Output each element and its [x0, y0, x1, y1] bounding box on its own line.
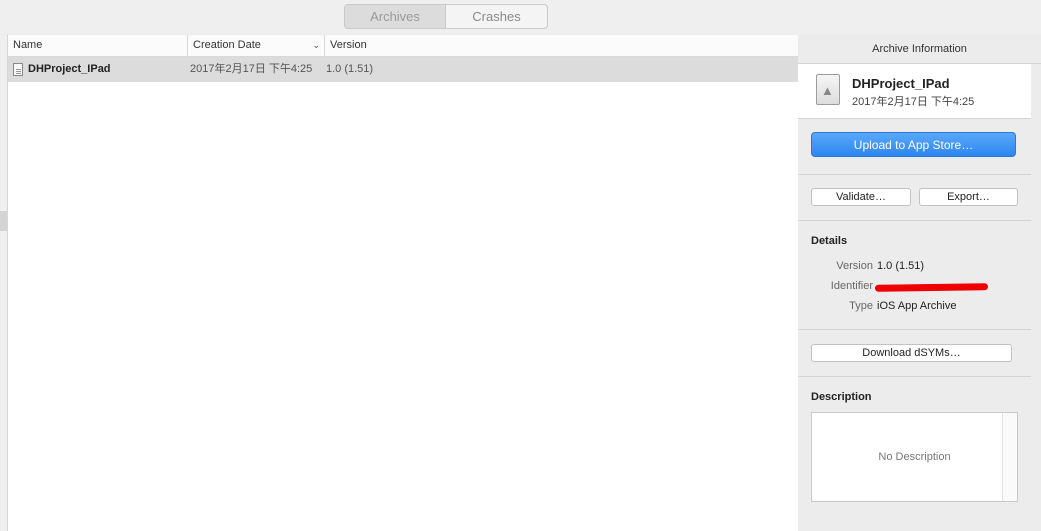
download-dsyms-button[interactable]: Download dSYMs… — [811, 344, 1012, 362]
type-label: Type — [849, 300, 873, 312]
table-header: Name Creation Date ⌄ Version — [8, 35, 798, 57]
toolbar: Archives Crashes — [0, 0, 1041, 34]
archive-row-name: DHProject_IPad — [28, 63, 111, 75]
archive-row-date: 2017年2月17日 下午4:25 — [190, 63, 313, 75]
archives-crashes-segmented-control: Archives Crashes — [344, 4, 548, 29]
table-row[interactable]: DHProject_IPad 2017年2月17日 下午4:25 1.0 (1.… — [8, 57, 798, 82]
archive-icon: ▲ — [816, 74, 840, 105]
export-button[interactable]: Export… — [919, 188, 1018, 206]
description-heading: Description — [811, 391, 872, 403]
app-glyph-icon: ▲ — [821, 83, 834, 98]
version-value: 1.0 (1.51) — [877, 260, 925, 272]
archive-name: DHProject_IPad — [852, 76, 950, 91]
archive-row-version: 1.0 (1.51) — [326, 63, 374, 75]
divider — [798, 174, 1031, 175]
divider — [798, 376, 1031, 377]
document-icon — [13, 63, 23, 76]
description-placeholder: No Description — [878, 451, 951, 463]
details-heading: Details — [811, 235, 848, 247]
description-field[interactable]: No Description — [811, 412, 1018, 502]
upload-to-app-store-button[interactable]: Upload to App Store… — [811, 132, 1016, 157]
archive-inspector: Archive Information ▲ DHProject_IPad 201… — [798, 35, 1041, 531]
type-value: iOS App Archive — [877, 300, 957, 312]
column-header-name[interactable]: Name — [8, 35, 188, 56]
column-header-creation-date-label: Creation Date — [193, 39, 261, 51]
column-header-version[interactable]: Version — [325, 35, 525, 56]
identifier-label: Identifier — [830, 280, 873, 292]
chevron-down-icon[interactable]: ⌄ — [312, 35, 320, 56]
left-edge-strip — [0, 35, 7, 531]
divider — [798, 329, 1031, 330]
archive-date: 2017年2月17日 下午4:25 — [852, 96, 975, 108]
tab-archives[interactable]: Archives — [345, 5, 446, 28]
divider — [798, 220, 1031, 221]
archive-header: ▲ DHProject_IPad 2017年2月17日 下午4:25 — [798, 64, 1031, 119]
tab-crashes[interactable]: Crashes — [446, 5, 547, 28]
inspector-title: Archive Information — [798, 35, 1041, 64]
description-scrollbar[interactable] — [1002, 413, 1017, 501]
validate-button[interactable]: Validate… — [811, 188, 911, 206]
version-label: Version — [836, 260, 873, 272]
archives-table: Name Creation Date ⌄ Version DHProject_I… — [7, 35, 799, 531]
identifier-redaction-mark — [874, 283, 989, 292]
left-edge-marker — [0, 211, 7, 231]
column-header-creation-date[interactable]: Creation Date ⌄ — [188, 35, 325, 56]
